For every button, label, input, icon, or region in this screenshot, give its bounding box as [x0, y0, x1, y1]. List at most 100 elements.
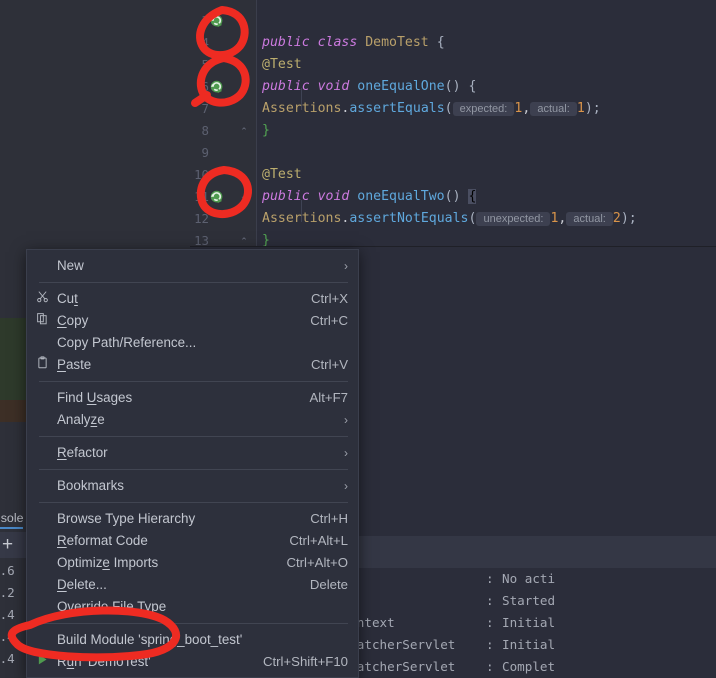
- sidebar-item[interactable]: odel: [0, 169, 180, 189]
- gutter-separator: [256, 0, 257, 246]
- menu-item-optimize[interactable]: Optimize Imports Ctrl+Alt+O: [27, 552, 358, 574]
- menu-item-delete[interactable]: Delete... Delete: [27, 574, 358, 596]
- menu-item-cut[interactable]: Cut Ctrl+X: [27, 288, 358, 310]
- run-play-icon: [27, 651, 57, 673]
- log-message: Started: [502, 593, 556, 608]
- line-number: 8: [201, 123, 209, 138]
- clipboard-icon: [27, 354, 57, 376]
- code-token: oneEqualTwo: [357, 189, 445, 204]
- menu-item-run-demotest[interactable]: Run 'DemoTest' Ctrl+Shift+F10: [27, 651, 358, 673]
- code-line: public void oneEqualOne() {: [262, 76, 476, 98]
- menu-item-shortcut: Ctrl+H: [310, 511, 348, 526]
- add-icon[interactable]: +: [2, 535, 13, 554]
- menu-item-reformat[interactable]: Reformat Code Ctrl+Alt+L: [27, 530, 358, 552]
- menu-item-new[interactable]: New ›: [27, 255, 358, 277]
- code-token: class: [317, 35, 366, 50]
- menu-item-label: Find Usages: [57, 390, 133, 405]
- log-separator: :: [486, 659, 494, 674]
- code-line: @Test: [262, 54, 302, 76]
- menu-separator: [39, 436, 348, 437]
- code-token: DemoTest: [365, 35, 437, 50]
- parameter-hint: actual:: [566, 212, 613, 226]
- log-separator: :: [486, 571, 494, 586]
- sidebar-item[interactable]: nfig: [0, 90, 180, 110]
- menu-item-override-type[interactable]: Override File Type: [27, 596, 358, 618]
- sidebar-item[interactable]: gboot.test: [0, 70, 180, 90]
- code-token: (): [444, 189, 469, 204]
- editor-gutter[interactable]: 3 4 5 6−7 8 ⌃ 9 10 11−12 13 ⌃: [190, 0, 257, 248]
- sidebar-item[interactable]: ls: [0, 209, 180, 229]
- line-number: 7: [201, 101, 209, 116]
- code-token: @Test: [262, 167, 302, 182]
- menu-item-label: Refactor: [57, 445, 108, 460]
- menu-item-find-usages[interactable]: Find Usages Alt+F7: [27, 387, 358, 409]
- code-token: void: [317, 189, 358, 204]
- menu-separator: [39, 502, 348, 503]
- chevron-right-icon: ›: [344, 259, 348, 273]
- menu-item-label: Copy: [57, 313, 89, 328]
- line-number: 5: [201, 57, 209, 72]
- parameter-hint: unexpected:: [476, 212, 551, 226]
- log-message: Complet: [502, 659, 556, 674]
- code-line: Assertions.assertEquals( expected: 1, ac…: [262, 98, 601, 120]
- menu-item-label: Bookmarks: [57, 478, 124, 493]
- run-window-top-border: [190, 246, 716, 247]
- sidebar-item[interactable]: rvice: [0, 189, 180, 209]
- menu-item-debug-demotest[interactable]: Debug 'DemoTest': [27, 673, 358, 677]
- line-number: 10: [194, 167, 209, 182]
- menu-item-label: Debug 'DemoTest': [57, 673, 348, 677]
- gutter-run-icon[interactable]: [210, 14, 225, 29]
- gutter-run-icon[interactable]: [210, 190, 225, 205]
- gutter-run-icon[interactable]: [210, 80, 225, 95]
- parameter-hint: expected:: [452, 102, 515, 116]
- code-token: public: [262, 35, 318, 50]
- menu-item-label: Delete...: [57, 577, 107, 592]
- menu-item-analyze[interactable]: Analyze ›: [27, 409, 358, 431]
- code-token: public: [262, 189, 318, 204]
- menu-item-browse-type[interactable]: Browse Type Hierarchy Ctrl+H: [27, 508, 358, 530]
- code-line: public class DemoTest {: [262, 32, 445, 54]
- menu-separator: [39, 623, 348, 624]
- code-token: );: [620, 211, 637, 226]
- sidebar-item[interactable]: idation: [0, 228, 180, 248]
- menu-item-build-module[interactable]: Build Module 'spring_boot_test': [27, 629, 358, 651]
- menu-item-label: Copy Path/Reference...: [57, 335, 197, 350]
- line-number: 4: [201, 35, 209, 50]
- menu-item-label: Browse Type Hierarchy: [57, 511, 196, 526]
- line-number: 6: [201, 79, 209, 94]
- menu-item-refactor[interactable]: Refactor ›: [27, 442, 358, 464]
- menu-item-shortcut: Ctrl+V: [310, 357, 348, 372]
- code-token: {: [468, 189, 477, 204]
- code-line: @Test: [262, 164, 302, 186]
- sidebar-item[interactable]: ntroller: [0, 110, 180, 130]
- menu-item-label: Run 'DemoTest': [57, 654, 151, 669]
- menu-separator: [39, 469, 348, 470]
- line-number: 11: [194, 189, 209, 204]
- menu-item-label: Override File Type: [57, 599, 167, 614]
- sidebar-item[interactable]: o: [0, 129, 180, 149]
- editor-context-menu[interactable]: New › Cut Ctrl+X Copy Ctrl+C Copy Path/Referen…: [26, 249, 359, 678]
- menu-item-shortcut: Ctrl+Shift+F10: [262, 654, 348, 669]
- menu-item-copy-path[interactable]: Copy Path/Reference...: [27, 332, 358, 354]
- fold-marker[interactable]: −: [238, 76, 250, 98]
- menu-item-bookmarks[interactable]: Bookmarks ›: [27, 475, 358, 497]
- menu-separator: [39, 381, 348, 382]
- menu-item-copy[interactable]: Copy Ctrl+C: [27, 310, 358, 332]
- log-separator: :: [486, 615, 494, 630]
- menu-item-label: Analyze: [57, 412, 105, 427]
- log-message: No acti: [502, 571, 556, 586]
- menu-item-paste[interactable]: Paste Ctrl+V: [27, 354, 358, 376]
- fold-marker[interactable]: −: [238, 186, 250, 208]
- debug-bug-icon: [27, 673, 57, 677]
- line-number: 12: [194, 211, 209, 226]
- code-token: 2: [612, 211, 621, 226]
- parameter-hint: actual:: [530, 102, 577, 116]
- code-editor[interactable]: 3 4 5 6−7 8 ⌃ 9 10 11−12 13 ⌃ public class DemoTes…: [190, 0, 716, 248]
- code-token: }: [262, 123, 270, 138]
- fold-marker[interactable]: ⌃: [238, 120, 250, 142]
- code-token: Assertions: [262, 211, 342, 226]
- sidebar-item[interactable]: ddleware: [0, 149, 180, 169]
- code-token: assertNotEquals: [349, 211, 469, 226]
- menu-item-label: Build Module 'spring_boot_test': [57, 632, 243, 647]
- menu-item-label: Optimize Imports: [57, 555, 159, 570]
